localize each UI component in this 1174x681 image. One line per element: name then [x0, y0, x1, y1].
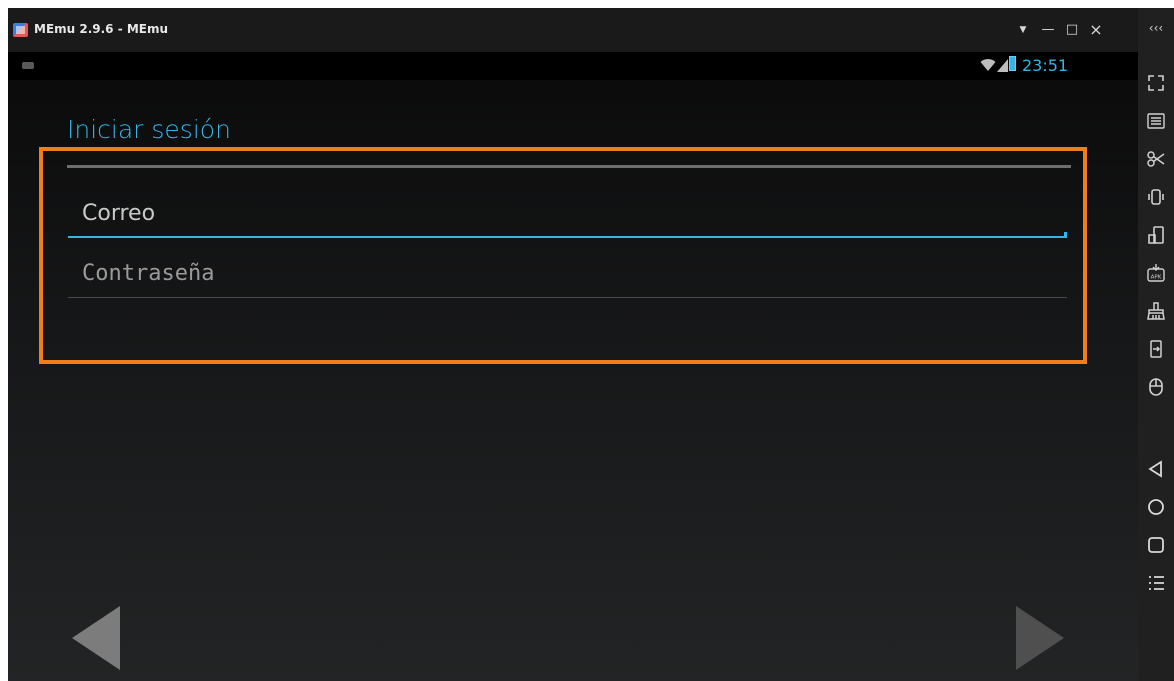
share-icon[interactable] [1138, 334, 1174, 364]
emulator-toolbar: ‹‹‹ APK [1138, 8, 1174, 681]
password-field [68, 254, 1067, 298]
android-screen: 23:51 Iniciar sesión [8, 52, 1138, 681]
android-status-bar: 23:51 [8, 52, 1138, 80]
memu-logo-icon [13, 23, 28, 37]
shake-icon[interactable] [1138, 182, 1174, 212]
scissors-icon[interactable] [1138, 144, 1174, 174]
window-title: MEmu 2.9.6 - MEmu [34, 22, 169, 36]
next-arrow-button[interactable] [1016, 606, 1064, 670]
svg-text:APK: APK [1151, 275, 1162, 281]
collapse-toolbar-button[interactable]: ‹‹‹ [1138, 13, 1174, 43]
clean-icon[interactable] [1138, 296, 1174, 326]
login-title: Iniciar sesión [67, 115, 231, 144]
password-input[interactable] [68, 254, 1067, 292]
minimize-button[interactable]: — [1038, 20, 1058, 40]
email-input[interactable] [68, 194, 1067, 232]
notification-icon [22, 62, 34, 69]
email-corner [1064, 232, 1067, 238]
emulator-window: MEmu 2.9.6 - MEmu ▼ — □ × 23:51 Iniciar … [8, 8, 1174, 681]
mouse-icon[interactable] [1138, 372, 1174, 402]
title-divider [67, 165, 1071, 168]
keyboard-icon[interactable] [1138, 106, 1174, 136]
fullscreen-icon[interactable] [1138, 68, 1174, 98]
email-field [68, 194, 1067, 238]
title-bar: MEmu 2.9.6 - MEmu ▼ — □ × [8, 8, 1138, 52]
email-underline [68, 236, 1067, 238]
wifi-icon [980, 59, 996, 71]
back-icon[interactable] [1138, 454, 1174, 484]
maximize-button[interactable]: □ [1062, 20, 1082, 40]
password-underline [68, 297, 1067, 298]
status-clock: 23:51 [1022, 56, 1069, 75]
previous-arrow-button[interactable] [72, 606, 120, 670]
battery-icon [1009, 56, 1016, 71]
home-icon[interactable] [1138, 492, 1174, 522]
signal-icon [997, 59, 1008, 72]
menu-dropdown-icon[interactable]: ▼ [1013, 20, 1033, 40]
apk-install-icon[interactable]: APK [1138, 258, 1174, 288]
close-button[interactable]: × [1086, 20, 1106, 40]
rotate-icon[interactable] [1138, 220, 1174, 250]
recents-icon[interactable] [1138, 530, 1174, 560]
menu-icon[interactable] [1138, 568, 1174, 598]
